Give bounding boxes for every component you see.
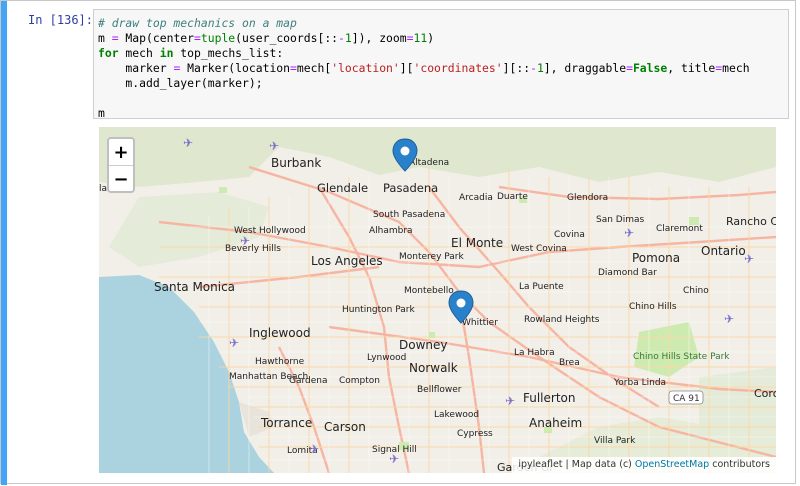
place-hawthorne: Hawthorne: [255, 357, 305, 367]
highway-shield-ca91: CA 91: [668, 390, 704, 405]
place-glendale: Glendale: [317, 181, 368, 195]
input-prompt: In [136]:: [27, 13, 93, 27]
place-altadena: Altadena: [409, 158, 449, 168]
place-arcadia: Arcadia: [459, 193, 493, 203]
place-anaheim: Anaheim: [529, 416, 582, 430]
code-editor[interactable]: # draw top mechanics on a map m = Map(ce…: [94, 10, 788, 119]
airport-icon: ✈: [505, 394, 515, 408]
place-pomona: Pomona: [632, 251, 680, 265]
place-torrance: Torrance: [260, 416, 312, 430]
place-gardena: Gardena: [289, 376, 328, 386]
code-line-5: m.add_layer(marker);: [98, 76, 263, 90]
place-bellflower: Bellflower: [417, 385, 462, 395]
code-line-4: marker = Marker(location=mech['location'…: [98, 61, 750, 75]
airport-icon: ✈: [240, 234, 250, 248]
zoom-out-button[interactable]: −: [109, 166, 133, 192]
place-monterey: Monterey Park: [399, 252, 465, 262]
place-south-pasadena: South Pasadena: [373, 210, 445, 220]
place-villa-park: Villa Park: [594, 436, 636, 446]
airport-icon: ✈: [744, 252, 754, 266]
place-el-monte: El Monte: [451, 236, 503, 250]
zoom-control: + −: [107, 137, 135, 193]
airport-icon: ✈: [624, 226, 634, 240]
place-compton: Compton: [339, 376, 380, 386]
place-los-angeles: Los Angeles: [311, 254, 383, 268]
airport-icon: ✈: [724, 312, 734, 326]
place-san-dimas: San Dimas: [596, 215, 645, 225]
map-attribution: ipyleaflet | Map data (c) OpenStreetMap …: [512, 457, 776, 473]
place-fullerton: Fullerton: [523, 391, 576, 405]
code-input-area[interactable]: # draw top mechanics on a map m = Map(ce…: [93, 9, 789, 119]
place-beverly-hills: Beverly Hills: [225, 244, 281, 254]
place-rowland-heights: Rowland Heights: [524, 315, 600, 325]
place-norwalk: Norwalk: [409, 361, 458, 375]
airport-icon: ✈: [229, 336, 239, 350]
leaflet-map[interactable]: Burbank Glendale Pasadena Altadena Arcad…: [99, 127, 776, 473]
place-glendora: Glendora: [567, 193, 608, 203]
place-pasadena: Pasadena: [383, 181, 438, 195]
place-west-covina: West Covina: [511, 244, 567, 254]
place-lakewood: Lakewood: [434, 410, 479, 420]
place-lynwood: Lynwood: [367, 353, 406, 363]
place-cypress: Cypress: [457, 429, 493, 439]
place-downey: Downey: [399, 338, 448, 352]
cell-selection-bar: [1, 1, 7, 485]
place-chino: Chino: [683, 286, 709, 296]
place-burbank: Burbank: [271, 156, 321, 170]
place-chino-hills-sp: Chino Hills State Park: [633, 352, 730, 362]
place-inglewood: Inglewood: [249, 326, 311, 340]
airport-icon: ✈: [183, 136, 193, 150]
place-whittier: Whittier: [462, 318, 498, 328]
place-yorba-linda: Yorba Linda: [613, 378, 666, 388]
place-alhambra: Alhambra: [369, 226, 413, 236]
place-duarte: Duarte: [497, 192, 528, 202]
place-corona: Coro: [754, 387, 776, 400]
code-line-7: m: [98, 106, 105, 119]
place-brea: Brea: [559, 358, 580, 368]
attribution-prefix: ipyleaflet | Map data (c): [518, 459, 635, 470]
svg-text:CA 91: CA 91: [673, 394, 700, 404]
code-line-3: for mech in top_mechs_list:: [98, 46, 284, 60]
place-claremont: Claremont: [656, 224, 703, 234]
place-chino-hills: Chino Hills: [629, 302, 677, 312]
place-la-puente: La Puente: [519, 282, 564, 292]
place-huntington-park: Huntington Park: [342, 305, 415, 315]
notebook-cell[interactable]: In [136]: # draw top mechanics on a map …: [0, 0, 796, 485]
place-la-habra: La Habra: [514, 348, 555, 358]
place-carson: Carson: [324, 420, 366, 434]
airport-icon: ✈: [389, 452, 399, 466]
airport-icon: ✈: [309, 442, 319, 456]
map-tiles[interactable]: Burbank Glendale Pasadena Altadena Arcad…: [99, 127, 776, 473]
place-covina: Covina: [554, 230, 585, 240]
place-diamond-bar: Diamond Bar: [598, 268, 657, 278]
code-comment: # draw top mechanics on a map: [98, 16, 297, 30]
airport-icon: ✈: [269, 139, 279, 153]
openstreetmap-link[interactable]: OpenStreetMap: [635, 459, 709, 470]
attribution-suffix: contributors: [709, 459, 770, 470]
place-rancho: Rancho Cuc: [726, 215, 776, 228]
place-montebello: Montebello: [404, 286, 454, 296]
place-ontario: Ontario: [701, 244, 746, 258]
zoom-in-button[interactable]: +: [109, 139, 133, 166]
code-line-2: m = Map(center=tuple(user_coords[::-1]),…: [98, 31, 435, 45]
place-santa-monica: Santa Monica: [154, 280, 235, 294]
